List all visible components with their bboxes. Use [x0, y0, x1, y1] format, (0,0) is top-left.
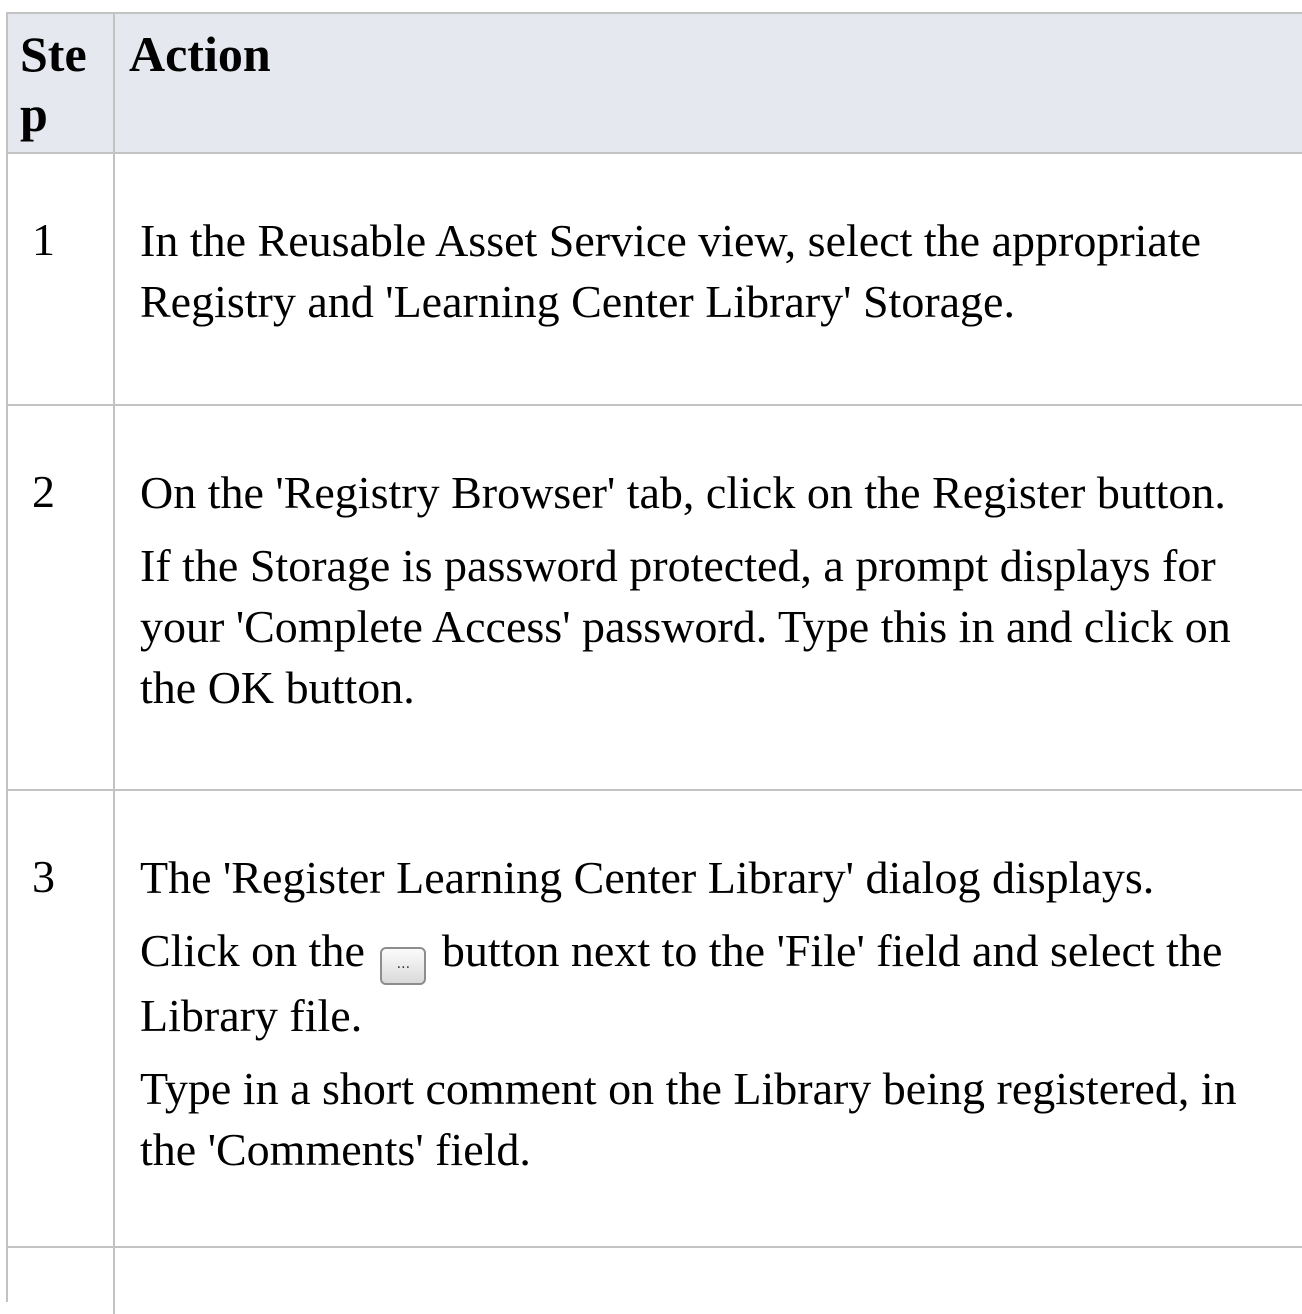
action-cell-3: The 'Register Learning Center Library' d…	[140, 847, 1280, 1192]
column-divider	[113, 14, 115, 1314]
step-number-3: 3	[32, 851, 55, 902]
row-divider	[8, 404, 1302, 406]
steps-table: Step Action 1 In the Reusable Asset Serv…	[6, 12, 1302, 1314]
step-number-1: 1	[32, 214, 55, 265]
action-text: The 'Register Learning Center Library' d…	[140, 852, 1155, 903]
header-step: Step	[20, 26, 87, 142]
action-text: On the 'Registry Browser' tab, click on …	[140, 467, 1226, 518]
action-text: Type in a short comment on the Library b…	[140, 1063, 1237, 1175]
row-divider	[8, 789, 1302, 791]
action-text: In the Reusable Asset Service view, sele…	[140, 215, 1202, 327]
table-header: Step Action	[8, 14, 1302, 154]
ellipsis-browse-button-icon: ...	[380, 947, 427, 985]
action-cell-1: In the Reusable Asset Service view, sele…	[140, 210, 1280, 344]
header-action: Action	[129, 26, 271, 82]
action-text: If the Storage is password protected, a …	[140, 540, 1231, 713]
browse-text-before: Click on the	[140, 925, 365, 976]
row-divider	[8, 1246, 1302, 1248]
action-text-browse: Click on the ... button next to the 'Fil…	[140, 920, 1280, 1046]
step-number-2: 2	[32, 466, 55, 517]
action-cell-2: On the 'Registry Browser' tab, click on …	[140, 462, 1280, 730]
